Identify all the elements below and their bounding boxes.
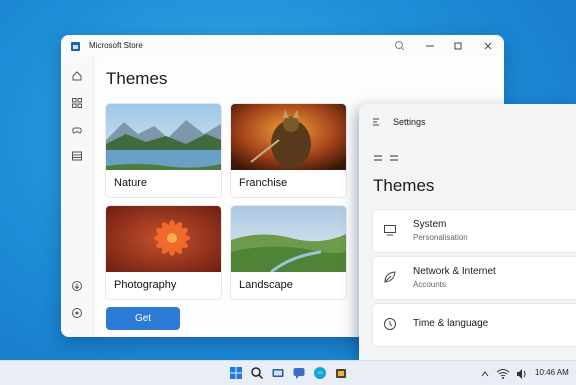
- landscape-thumbnail: [231, 206, 346, 272]
- card-label: Landscape: [239, 279, 293, 291]
- photography-thumbnail: [106, 206, 221, 272]
- downloads-icon[interactable]: [71, 279, 83, 291]
- start-icon[interactable]: [229, 366, 243, 380]
- settings-item-label: System: [413, 219, 447, 230]
- settings-item-sub: Personalisation: [413, 233, 468, 242]
- taskbar: 10:46 AM: [0, 360, 576, 385]
- minimize-button[interactable]: [423, 39, 437, 53]
- monitor-icon: [383, 223, 397, 237]
- close-button[interactable]: [481, 39, 495, 53]
- gaming-icon[interactable]: [71, 123, 83, 135]
- leaf-icon: [383, 270, 397, 284]
- task-view-icon[interactable]: [271, 366, 285, 380]
- nature-thumbnail: [106, 104, 221, 170]
- store-titlebar[interactable]: Microsoft Store: [61, 35, 504, 57]
- card-label: Nature: [114, 177, 148, 189]
- settings-window-title: Settings: [393, 117, 426, 127]
- settings-item-label: Time & language: [413, 318, 489, 329]
- store-window-title: Microsoft Store: [89, 41, 143, 50]
- settings-item-network[interactable]: Network & Internet Accounts: [373, 257, 576, 299]
- settings-item-time-language[interactable]: Time & language: [373, 304, 576, 346]
- clock-icon: [383, 317, 397, 331]
- get-button[interactable]: Get: [106, 307, 180, 330]
- help-icon[interactable]: [71, 306, 83, 318]
- settings-heading: Themes: [373, 176, 435, 195]
- theme-card-photography[interactable]: Photography: [106, 206, 221, 299]
- store-logo-icon: [71, 42, 80, 51]
- franchise-thumbnail: [231, 104, 346, 170]
- theme-card-landscape[interactable]: Landscape: [231, 206, 346, 299]
- maximize-button[interactable]: [451, 39, 465, 53]
- menu-icon[interactable]: [372, 150, 400, 161]
- chat-icon[interactable]: [292, 366, 306, 380]
- edge-icon[interactable]: [313, 366, 327, 380]
- page-title: Themes: [106, 69, 168, 88]
- settings-logo-icon: [370, 115, 382, 127]
- card-label: Photography: [114, 279, 177, 291]
- theme-card-nature[interactable]: Nature: [106, 104, 221, 197]
- wifi-icon[interactable]: [496, 367, 510, 381]
- theme-card-franchise[interactable]: Franchise: [231, 104, 346, 197]
- apps-icon[interactable]: [71, 96, 83, 108]
- store-icon[interactable]: [334, 366, 348, 380]
- chevron-up-icon[interactable]: [479, 367, 493, 381]
- store-nav-rail: [61, 57, 93, 337]
- settings-item-label: Network & Internet: [413, 266, 496, 277]
- settings-item-sub: Accounts: [413, 280, 446, 289]
- settings-window: Settings Themes System Personalisation N…: [359, 104, 576, 360]
- search-icon[interactable]: [250, 366, 264, 380]
- taskbar-clock[interactable]: 10:46 AM: [535, 368, 569, 377]
- search-icon[interactable]: [393, 39, 407, 53]
- card-label: Franchise: [239, 177, 288, 189]
- library-icon[interactable]: [71, 149, 83, 161]
- volume-icon[interactable]: [515, 367, 529, 381]
- settings-item-system[interactable]: System Personalisation: [373, 210, 576, 252]
- home-icon[interactable]: [71, 69, 83, 81]
